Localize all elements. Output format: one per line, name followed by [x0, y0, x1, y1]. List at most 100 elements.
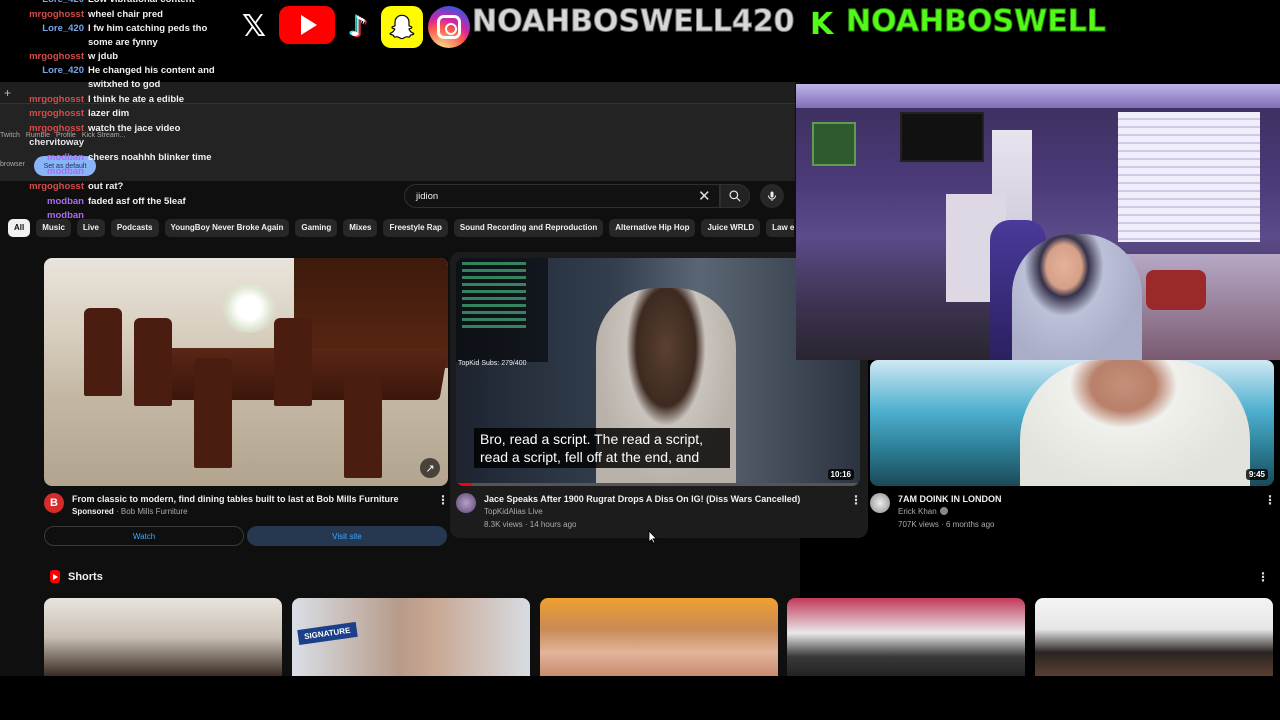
- ad-thumbnail[interactable]: ↗: [44, 258, 448, 486]
- chat-text: I fw him catching peds tho some are fynn…: [88, 23, 208, 49]
- chat-message: chervitoway: [0, 136, 230, 150]
- handle-kick: NOAHBOSWELL: [846, 4, 1107, 40]
- chat-message: mrgoghosst out rat?: [0, 180, 230, 194]
- filter-chips: All Music Live Podcasts YoungBoy Never Broke…: [8, 219, 794, 237]
- chat-message: Lore_420 He changed his content and switx…: [0, 64, 230, 93]
- chat-username[interactable]: Lore_420: [0, 0, 88, 7]
- tiktok-icon: ♪: [349, 9, 367, 43]
- chat-text: Low vibrational content: [88, 0, 228, 7]
- x-icon: 𝕏: [241, 8, 267, 44]
- chip-youngboy-never-broke-again[interactable]: YoungBoy Never Broke Again: [164, 219, 290, 237]
- watch-button[interactable]: Watch: [44, 526, 244, 546]
- chip-freestyle-rap[interactable]: Freestyle Rap: [383, 219, 448, 237]
- chat-text: out rat?: [88, 181, 124, 192]
- video-caption: Bro, read a script. The read a script, r…: [474, 428, 730, 468]
- chat-text: [88, 165, 228, 179]
- watch-progress-fill: [456, 483, 473, 486]
- clear-search-icon[interactable]: ✕: [698, 187, 711, 205]
- search-input[interactable]: jidion: [404, 184, 720, 208]
- short-thumbnail[interactable]: [787, 598, 1025, 676]
- video-title[interactable]: Jace Speaks After 1900 Rugrat Drops A Di…: [484, 493, 800, 505]
- chip-music[interactable]: Music: [36, 219, 71, 237]
- chat-username[interactable]: modban: [0, 195, 88, 209]
- chat-username[interactable]: mrgoghosst: [0, 8, 88, 22]
- short-thumbnail[interactable]: [540, 598, 778, 676]
- chat-text: w jdub: [88, 51, 119, 62]
- chat-text: wheel chair pred: [88, 9, 163, 20]
- chat-text: I think he ate a edible: [88, 94, 185, 105]
- mouse-cursor-icon: [648, 530, 658, 544]
- chip-mixes[interactable]: Mixes: [343, 219, 378, 237]
- sponsored-label: Sponsored: [72, 507, 114, 516]
- short-thumbnail[interactable]: [1035, 598, 1273, 676]
- visit-site-button[interactable]: Visit site: [247, 526, 447, 546]
- shorts-icon: [50, 570, 60, 583]
- chat-username[interactable]: mrgoghosst: [0, 122, 88, 136]
- chat-message: mrgoghosst w jdub: [0, 50, 230, 64]
- stream-chat: Lore_420Low vibrational contentmrgoghoss…: [0, 0, 230, 225]
- shorts-title: Shorts: [68, 570, 103, 583]
- video-duration: 10:16: [827, 469, 854, 480]
- chip-sound-recording-and-reproduction[interactable]: Sound Recording and Reproduction: [453, 219, 604, 237]
- chat-username[interactable]: chervitoway: [0, 136, 88, 150]
- avatar[interactable]: [456, 493, 476, 513]
- webcam-feed: [796, 84, 1280, 360]
- chat-text: faded asf off the 5leaf: [88, 196, 186, 207]
- ad-menu-icon[interactable]: ⋮: [437, 493, 449, 507]
- chip-juice-wrld[interactable]: Juice WRLD: [701, 219, 761, 237]
- chat-username[interactable]: modban: [0, 151, 88, 165]
- external-link-icon[interactable]: ↗: [420, 458, 440, 478]
- advertiser-name: Bob Mills Furniture: [120, 507, 188, 516]
- shorts-menu-icon[interactable]: ⋮: [1257, 570, 1269, 584]
- video-title[interactable]: 7AM DOINK IN LONDON: [898, 493, 1002, 505]
- avatar[interactable]: [870, 493, 890, 513]
- chat-message: Lore_420 I fw him catching peds tho some …: [0, 22, 230, 51]
- chat-text: [88, 136, 228, 150]
- search-button[interactable]: [720, 184, 750, 208]
- chat-username[interactable]: Lore_420: [0, 22, 88, 51]
- chip-law-en[interactable]: Law en: [766, 219, 794, 237]
- short-thumbnail[interactable]: [44, 598, 282, 676]
- kick-icon: K: [810, 7, 834, 42]
- chip-alternative-hip-hop[interactable]: Alternative Hip Hop: [609, 219, 696, 237]
- chat-username[interactable]: mrgoghosst: [0, 180, 88, 194]
- chat-message: mrgoghosst lazer dim: [0, 107, 230, 121]
- chat-message: modban: [0, 165, 230, 179]
- short-thumbnail[interactable]: SIGNATURE: [292, 598, 530, 676]
- chip-live[interactable]: Live: [76, 219, 105, 237]
- snapchat-icon: [381, 6, 423, 48]
- chat-username[interactable]: mrgoghosst: [0, 107, 88, 121]
- voice-search-button[interactable]: [760, 184, 784, 208]
- chat-message: modban faded asf off the 5leaf: [0, 195, 230, 209]
- chip-podcasts[interactable]: Podcasts: [110, 219, 159, 237]
- video-menu-icon[interactable]: ⋮: [850, 493, 862, 507]
- microphone-icon: [768, 191, 776, 201]
- chip-all[interactable]: All: [8, 219, 31, 237]
- chat-message: mrgoghosst watch the jace video: [0, 122, 230, 136]
- short-sign-text: SIGNATURE: [297, 622, 358, 645]
- search-query: jidion: [416, 190, 439, 202]
- verified-icon: [939, 507, 948, 515]
- chat-message: mrgoghosst wheel chair pred: [0, 8, 230, 22]
- video-meta: 8.3K views · 14 hours ago: [484, 520, 577, 529]
- channel-name[interactable]: TopKidAlias Live: [484, 505, 800, 518]
- chat-message: modban cheers noahhh blinker time: [0, 151, 230, 165]
- chip-gaming[interactable]: Gaming: [295, 219, 338, 237]
- handle-main: NOAHBOSWELL420: [472, 4, 796, 40]
- video-thumbnail-doink[interactable]: 9:45: [870, 360, 1274, 486]
- chat-message: Lore_420Low vibrational content: [0, 0, 230, 7]
- chat-text: cheers noahhh blinker time: [88, 152, 212, 163]
- channel-name[interactable]: Erick Khan: [898, 507, 937, 516]
- chat-username[interactable]: Lore_420: [0, 64, 88, 93]
- video-meta: 707K views · 6 months ago: [898, 520, 995, 529]
- video-menu-icon[interactable]: ⋮: [1264, 493, 1276, 507]
- thumbnail-subs-text: TopKid Subs: 279/400: [458, 360, 527, 367]
- avatar[interactable]: B: [44, 493, 64, 513]
- youtube-icon: [279, 6, 335, 44]
- chat-username[interactable]: mrgoghosst: [0, 93, 88, 107]
- chat-username[interactable]: modban: [0, 165, 88, 179]
- ad-info: B From classic to modern, find dining ta…: [44, 493, 440, 518]
- chat-username[interactable]: mrgoghosst: [0, 50, 88, 64]
- video-duration: 9:45: [1245, 469, 1268, 480]
- ad-title[interactable]: From classic to modern, find dining tabl…: [72, 493, 399, 505]
